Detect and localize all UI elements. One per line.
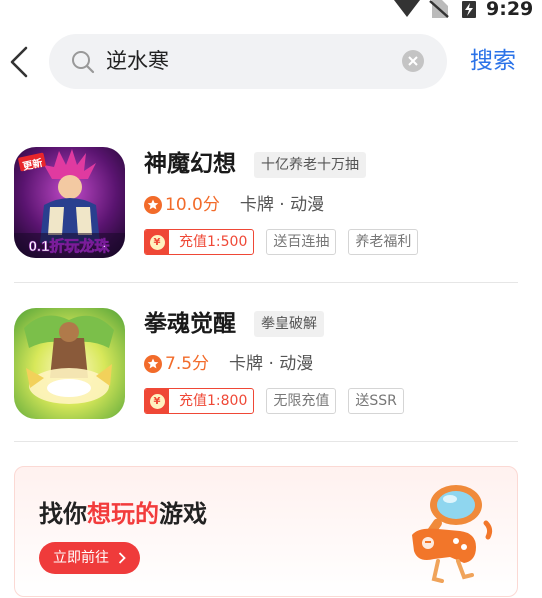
game-score: 10.0分 bbox=[165, 195, 220, 215]
magnifier-gamepad-illustration bbox=[412, 485, 493, 583]
search-query-text: 逆水寒 bbox=[106, 49, 169, 73]
banner-title-highlight: 想玩的 bbox=[87, 500, 159, 528]
recharge-ratio-text: 充值1:500 bbox=[179, 234, 248, 250]
perk-tag: 无限充值 bbox=[266, 388, 337, 414]
game-icon-quanhun[interactable] bbox=[14, 308, 125, 419]
clear-icon[interactable] bbox=[402, 50, 424, 72]
perk-tag: 养老福利 bbox=[348, 229, 419, 255]
game-list-item[interactable]: 更新 0.1折玩龙珠 神魔幻想 十亿养老十万抽 10.0分 卡牌 · 动漫 ¥ 充… bbox=[14, 124, 518, 283]
game-genre: 卡牌 · 动漫 bbox=[239, 195, 325, 215]
game-feature-tag: 拳皇破解 bbox=[254, 311, 324, 337]
banner-title-prefix: 找你 bbox=[39, 500, 87, 528]
no-sim-icon bbox=[429, 0, 449, 18]
battery-charging-icon bbox=[462, 1, 476, 18]
banner-title-suffix: 游戏 bbox=[159, 500, 207, 528]
promo-tags: ¥ 充值1:500 送百连抽 养老福利 bbox=[144, 229, 419, 255]
game-score: 7.5分 bbox=[165, 354, 210, 374]
go-now-button[interactable]: 立即前往 bbox=[39, 542, 140, 574]
rating-row: 7.5分 卡牌 · 动漫 bbox=[144, 351, 313, 377]
status-bar: 9:29 bbox=[0, 0, 542, 20]
game-list-item[interactable]: 拳魂觉醒 拳皇破解 7.5分 卡牌 · 动漫 ¥ 充值1:800 无限充值 送SSR bbox=[14, 283, 518, 442]
perk-tag: 送SSR bbox=[348, 388, 404, 414]
search-input[interactable]: 逆水寒 bbox=[49, 34, 447, 89]
search-icon bbox=[72, 51, 95, 74]
coin-icon: ¥ bbox=[149, 234, 165, 250]
perk-tag: 送百连抽 bbox=[266, 229, 337, 255]
go-now-label: 立即前往 bbox=[53, 550, 109, 566]
status-time: 9:29 bbox=[486, 0, 534, 20]
find-games-banner[interactable]: 找你想玩的游戏 立即前往 bbox=[14, 466, 518, 597]
rating-row: 10.0分 卡牌 · 动漫 bbox=[144, 192, 324, 218]
game-genre: 卡牌 · 动漫 bbox=[229, 354, 314, 374]
coin-icon: ¥ bbox=[149, 393, 165, 409]
game-title[interactable]: 神魔幻想 bbox=[144, 149, 236, 179]
banner-title: 找你想玩的游戏 bbox=[39, 498, 207, 530]
search-button[interactable]: 搜索 bbox=[470, 45, 516, 77]
wifi-icon bbox=[394, 0, 420, 17]
back-arrow-icon[interactable] bbox=[6, 44, 34, 80]
chevron-right-icon bbox=[118, 552, 126, 564]
recharge-ratio-tag: ¥ 充值1:500 bbox=[144, 229, 255, 255]
star-icon bbox=[144, 196, 162, 214]
promo-tags: ¥ 充值1:800 无限充值 送SSR bbox=[144, 388, 404, 414]
icon-caption-text: 0.1折玩龙珠 bbox=[29, 237, 111, 255]
game-icon-shenmo[interactable]: 更新 0.1折玩龙珠 bbox=[14, 147, 125, 258]
recharge-ratio-text: 充值1:800 bbox=[179, 393, 248, 409]
star-icon bbox=[144, 355, 162, 373]
recharge-ratio-tag: ¥ 充值1:800 bbox=[144, 388, 255, 414]
game-feature-tag: 十亿养老十万抽 bbox=[254, 152, 366, 178]
game-title[interactable]: 拳魂觉醒 bbox=[144, 309, 236, 339]
